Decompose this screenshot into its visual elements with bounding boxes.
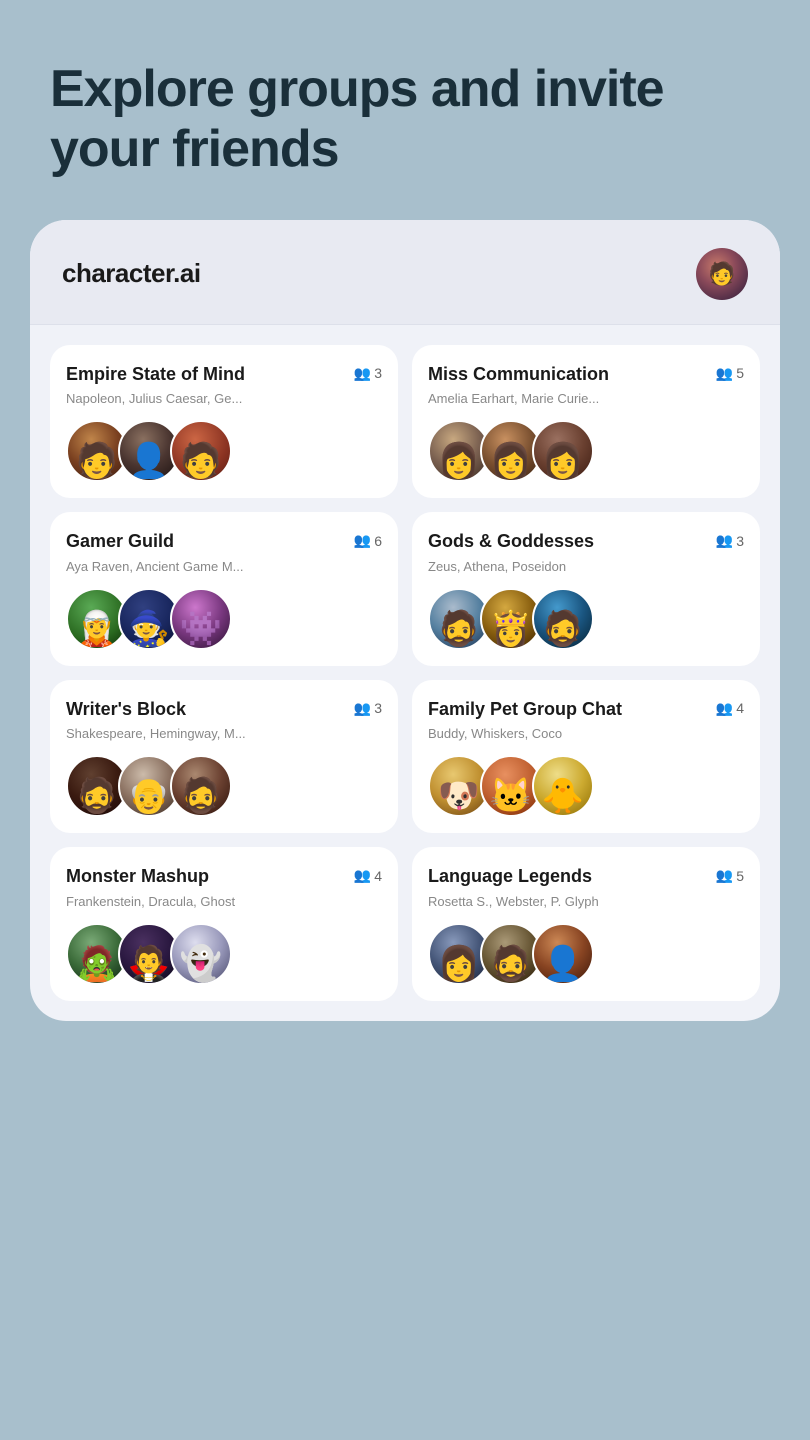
avatar-face: 🧔 [534, 590, 592, 648]
group-card-header-family-pet: Family Pet Group Chat 👥 4 [428, 698, 744, 721]
member-count-family-pet: 👥 4 [716, 700, 744, 717]
groups-grid: Empire State of Mind 👥 3 Napoleon, Julius … [30, 325, 780, 1021]
group-members-text-language: Rosetta S., Webster, P. Glyph [428, 894, 744, 909]
group-card-miss-comm[interactable]: Miss Communication 👥 5 Amelia Earhart, Mar… [412, 345, 760, 499]
person-icon: 👥 [354, 365, 371, 382]
app-header: character.ai 🧑 [30, 220, 780, 325]
member-count-writers: 👥 3 [354, 700, 382, 717]
member-count-miss-comm: 👥 5 [716, 365, 744, 382]
count-number: 4 [374, 868, 382, 884]
group-card-family-pet[interactable]: Family Pet Group Chat 👥 4 Buddy, Whiskers,… [412, 680, 760, 834]
group-members-text-gods: Zeus, Athena, Poseidon [428, 559, 744, 574]
hero-title: Explore groups and invite your friends [50, 60, 760, 180]
group-card-header-monster: Monster Mashup 👥 4 [66, 865, 382, 888]
member-count-language: 👥 5 [716, 867, 744, 884]
group-members-text-monster: Frankenstein, Dracula, Ghost [66, 894, 382, 909]
avatar-face: 🐥 [534, 757, 592, 815]
char-avatar-monster-2: 👻 [170, 923, 232, 985]
member-count-monster: 👥 4 [354, 867, 382, 884]
group-title-monster: Monster Mashup [66, 865, 346, 888]
member-count-gamer: 👥 6 [354, 532, 382, 549]
group-members-text-gamer: Aya Raven, Ancient Game M... [66, 559, 382, 574]
char-avatar-language-2: 👤 [532, 923, 594, 985]
char-avatar-gamer-2: 👾 [170, 588, 232, 650]
user-avatar-image: 🧑 [696, 248, 748, 300]
avatar-face: 👤 [534, 925, 592, 983]
person-icon: 👥 [716, 532, 733, 549]
avatars-row-gamer: 🧝🧙👾 [66, 588, 382, 650]
avatar-face: 👾 [172, 590, 230, 648]
avatars-row-miss-comm: 👩👩👩 [428, 420, 744, 482]
count-number: 5 [736, 365, 744, 381]
group-card-header-gamer: Gamer Guild 👥 6 [66, 530, 382, 553]
person-icon: 👥 [354, 867, 371, 884]
person-icon: 👥 [716, 700, 733, 717]
avatars-row-language: 👩🧔👤 [428, 923, 744, 985]
avatar-face: 👻 [172, 925, 230, 983]
member-count-gods: 👥 3 [716, 532, 744, 549]
group-title-gamer: Gamer Guild [66, 530, 346, 553]
group-title-language: Language Legends [428, 865, 708, 888]
count-number: 3 [374, 700, 382, 716]
group-card-header-miss-comm: Miss Communication 👥 5 [428, 363, 744, 386]
char-avatar-gods-2: 🧔 [532, 588, 594, 650]
count-number: 4 [736, 700, 744, 716]
group-card-gods[interactable]: Gods & Goddesses 👥 3 Zeus, Athena, Poseido… [412, 512, 760, 666]
group-members-text-writers: Shakespeare, Hemingway, M... [66, 726, 382, 741]
person-icon: 👥 [716, 867, 733, 884]
group-title-gods: Gods & Goddesses [428, 530, 708, 553]
char-avatar-writers-2: 🧔 [170, 755, 232, 817]
char-avatar-empire-2: 🧑 [170, 420, 232, 482]
group-title-writers: Writer's Block [66, 698, 346, 721]
group-card-gamer[interactable]: Gamer Guild 👥 6 Aya Raven, Ancient Game M.… [50, 512, 398, 666]
avatar-face: 🧑 [172, 422, 230, 480]
avatars-row-gods: 🧔👸🧔 [428, 588, 744, 650]
person-icon: 👥 [354, 700, 371, 717]
count-number: 3 [374, 365, 382, 381]
avatar-face: 👩 [534, 422, 592, 480]
avatars-row-monster: 🧟🧛👻 [66, 923, 382, 985]
group-title-family-pet: Family Pet Group Chat [428, 698, 708, 721]
app-card: character.ai 🧑 Empire State of Mind 👥 3 Na… [30, 220, 780, 1021]
avatars-row-empire: 🧑👤🧑 [66, 420, 382, 482]
avatar-face: 🧔 [172, 757, 230, 815]
group-members-text-miss-comm: Amelia Earhart, Marie Curie... [428, 391, 744, 406]
group-card-language[interactable]: Language Legends 👥 5 Rosetta S., Webster, … [412, 847, 760, 1001]
person-icon: 👥 [716, 365, 733, 382]
member-count-empire: 👥 3 [354, 365, 382, 382]
count-number: 3 [736, 533, 744, 549]
group-card-header-empire: Empire State of Mind 👥 3 [66, 363, 382, 386]
group-card-header-writers: Writer's Block 👥 3 [66, 698, 382, 721]
group-title-miss-comm: Miss Communication [428, 363, 708, 386]
group-members-text-empire: Napoleon, Julius Caesar, Ge... [66, 391, 382, 406]
avatars-row-family-pet: 🐶🐱🐥 [428, 755, 744, 817]
app-logo: character.ai [62, 258, 201, 289]
group-card-empire[interactable]: Empire State of Mind 👥 3 Napoleon, Julius … [50, 345, 398, 499]
count-number: 6 [374, 533, 382, 549]
group-title-empire: Empire State of Mind [66, 363, 346, 386]
user-avatar[interactable]: 🧑 [696, 248, 748, 300]
group-card-header-gods: Gods & Goddesses 👥 3 [428, 530, 744, 553]
count-number: 5 [736, 868, 744, 884]
avatars-row-writers: 🧔👴🧔 [66, 755, 382, 817]
hero-section: Explore groups and invite your friends [0, 0, 810, 220]
char-avatar-miss-comm-2: 👩 [532, 420, 594, 482]
group-card-header-language: Language Legends 👥 5 [428, 865, 744, 888]
group-card-monster[interactable]: Monster Mashup 👥 4 Frankenstein, Dracula, … [50, 847, 398, 1001]
person-icon: 👥 [354, 532, 371, 549]
char-avatar-family-pet-2: 🐥 [532, 755, 594, 817]
group-card-writers[interactable]: Writer's Block 👥 3 Shakespeare, Hemingway,… [50, 680, 398, 834]
group-members-text-family-pet: Buddy, Whiskers, Coco [428, 726, 744, 741]
